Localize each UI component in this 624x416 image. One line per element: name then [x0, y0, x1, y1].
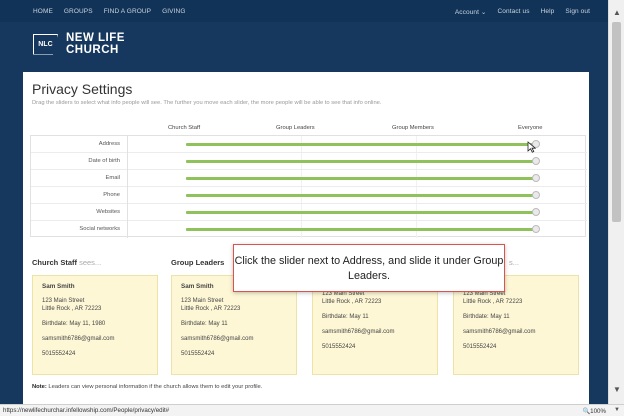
card-email: samsmith6786@gmail.com [42, 336, 115, 342]
scroll-up-icon[interactable]: ▲ [613, 8, 621, 17]
card-phone: 5015552424 [181, 351, 215, 357]
card-email: samsmith6786@gmail.com [322, 329, 395, 335]
browser-status-bar: https://newlifechurchar.infellowship.com… [0, 404, 624, 416]
slider-handle-date-of-birth[interactable] [532, 157, 540, 165]
slider-row-websites: Websites [31, 204, 587, 221]
row-label: Email [105, 175, 121, 181]
card-phone: 5015552424 [42, 351, 76, 357]
leaders-note: Note: Leaders can view personal informat… [32, 384, 262, 390]
slider-track[interactable] [186, 194, 534, 197]
card-city: Little Rock , AR 72223 [322, 299, 382, 305]
slider-track[interactable] [186, 143, 534, 146]
page-subtitle: Drag the sliders to select what info peo… [32, 100, 382, 106]
zoom-level[interactable]: 🔍100% [582, 407, 606, 415]
card-phone: 5015552424 [322, 344, 356, 350]
logo-line-1: NEW LIFE [66, 32, 125, 44]
nav-sign-out[interactable]: Sign out [565, 8, 590, 16]
zoom-dropdown-icon[interactable]: ▼ [614, 407, 620, 413]
nav-home[interactable]: HOME [33, 8, 53, 15]
page-title: Privacy Settings [32, 81, 133, 97]
slider-row-address: Address [31, 136, 587, 153]
nav-giving[interactable]: GIVING [162, 8, 185, 15]
slider-handle-websites[interactable] [532, 208, 540, 216]
row-separator [127, 136, 128, 153]
sees-heading-everyone: s... [509, 258, 519, 267]
slider-handle-phone[interactable] [532, 191, 540, 199]
row-label: Phone [103, 192, 120, 198]
nav-help[interactable]: Help [541, 8, 555, 16]
row-label: Date of birth [88, 158, 120, 164]
row-label: Websites [96, 209, 120, 215]
row-label: Address [98, 141, 120, 147]
logo-badge: NLC [33, 33, 58, 55]
sees-suffix: sees... [77, 258, 102, 267]
col-everyone: Everyone [518, 125, 543, 131]
slider-track[interactable] [186, 228, 534, 231]
col-group-leaders: Group Leaders [276, 125, 315, 131]
slider-track[interactable] [186, 177, 534, 180]
row-separator [127, 204, 128, 221]
row-separator [127, 187, 128, 204]
slider-row-date-of-birth: Date of birth [31, 153, 587, 170]
row-separator [127, 170, 128, 187]
nav-find-a-group[interactable]: FIND A GROUP [104, 8, 151, 15]
sees-suffix: s... [509, 258, 520, 267]
church-logo[interactable]: NLC NEW LIFE CHURCH [33, 32, 125, 56]
slider-row-phone: Phone [31, 187, 587, 204]
card-street: 123 Main Street [181, 298, 224, 304]
card-birthdate: Birthdate: May 11 [322, 314, 369, 320]
sees-heading-church-staff: Church Staff sees... [32, 258, 101, 267]
sees-who: Group Leaders [171, 258, 225, 267]
nav-contact[interactable]: Contact us [497, 8, 529, 16]
card-birthdate: Birthdate: May 11 [181, 321, 228, 327]
card-phone: 5015552424 [463, 344, 497, 350]
row-separator [127, 153, 128, 170]
card-birthdate: Birthdate: May 11 [463, 314, 510, 320]
card-city: Little Rock , AR 72223 [181, 306, 241, 312]
card-name: Sam Smith [42, 283, 75, 290]
scroll-down-icon[interactable]: ▼ [613, 385, 621, 394]
card-city: Little Rock , AR 72223 [463, 299, 523, 305]
slider-row-email: Email [31, 170, 587, 187]
logo-line-2: CHURCH [66, 44, 119, 56]
content-panel: Privacy Settings Drag the sliders to sel… [23, 72, 589, 404]
slider-row-social-networks: Social networks [31, 221, 587, 238]
col-church-staff: Church Staff [168, 125, 201, 131]
slider-handle-email[interactable] [532, 174, 540, 182]
card-street: 123 Main Street [42, 298, 85, 304]
slider-track[interactable] [186, 160, 534, 163]
note-text: Leaders can view personal information if… [46, 384, 263, 390]
privacy-slider-grid: Address Date of birth Email Phone Websit… [30, 135, 587, 238]
sees-who: Church Staff [32, 258, 77, 267]
row-label: Social networks [79, 226, 120, 232]
col-group-members: Group Members [392, 125, 434, 131]
card-email: samsmith6786@gmail.com [463, 329, 536, 335]
slider-track[interactable] [186, 211, 534, 214]
row-separator [127, 221, 128, 238]
sees-heading-group-leaders: Group Leaders [171, 258, 224, 267]
status-url: https://newlifechurchar.infellowship.com… [3, 407, 170, 414]
tutorial-callout: Click the slider next to Address, and sl… [233, 244, 505, 292]
card-birthdate: Birthdate: May 11, 1980 [42, 321, 106, 327]
card-city: Little Rock , AR 72223 [42, 306, 102, 312]
nav-account[interactable]: Account ⌄ [455, 8, 487, 16]
note-label: Note: [32, 384, 47, 390]
top-nav: HOME GROUPS FIND A GROUP GIVING Account … [0, 0, 608, 22]
preview-card-church-staff: Sam Smith 123 Main Street Little Rock , … [32, 275, 158, 375]
logo-text: NEW LIFE CHURCH [66, 32, 125, 56]
slider-handle-social-networks[interactable] [532, 225, 540, 233]
card-email: samsmith6786@gmail.com [181, 336, 254, 342]
nav-groups[interactable]: GROUPS [64, 8, 93, 15]
mouse-pointer-icon [527, 141, 536, 153]
scroll-thumb[interactable] [612, 22, 621, 222]
vertical-scrollbar[interactable]: ▲ ▼ [608, 0, 624, 404]
